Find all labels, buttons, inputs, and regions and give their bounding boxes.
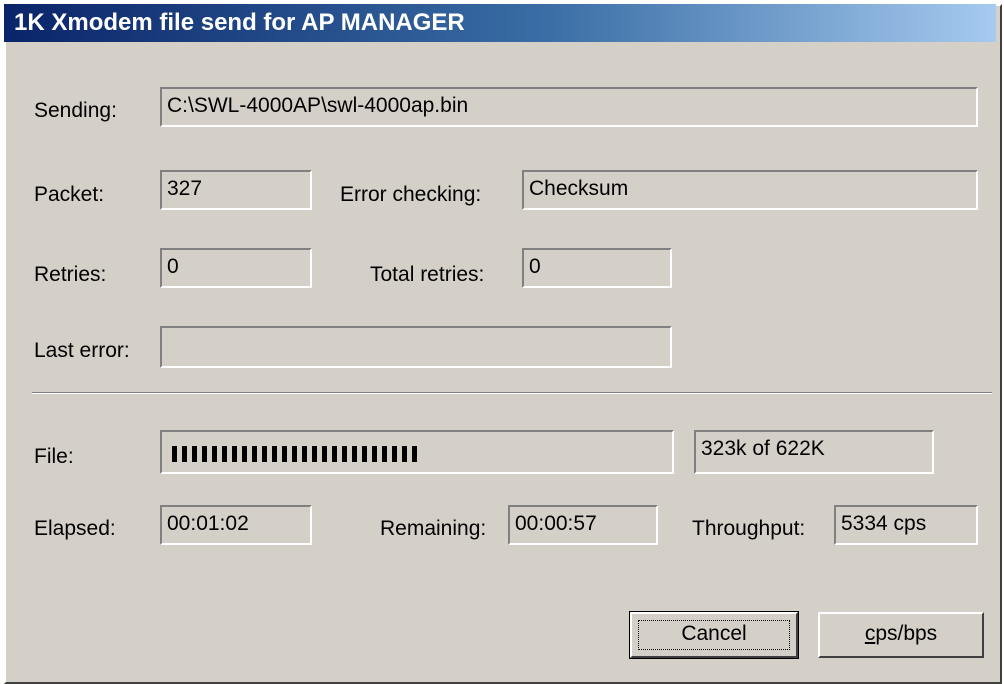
progress-block xyxy=(242,446,247,462)
progress-block xyxy=(202,446,207,462)
progress-block xyxy=(172,446,177,462)
window-title: 1K Xmodem file send for AP MANAGER xyxy=(14,9,465,36)
packet-label: Packet: xyxy=(34,183,105,206)
sending-field: C:\SWL-4000AP\swl-4000ap.bin xyxy=(160,87,978,127)
progress-block xyxy=(232,446,237,462)
file-progress-fill xyxy=(172,446,422,462)
throughput-label: Throughput: xyxy=(692,517,806,540)
progress-block xyxy=(302,446,307,462)
file-progress-bar xyxy=(160,430,674,474)
last-error-label: Last error: xyxy=(34,339,130,362)
progress-block xyxy=(262,446,267,462)
progress-block xyxy=(312,446,317,462)
progress-block xyxy=(252,446,257,462)
progress-block xyxy=(392,446,397,462)
progress-block xyxy=(282,446,287,462)
progress-block xyxy=(362,446,367,462)
total-retries-label: Total retries: xyxy=(370,263,485,286)
file-progress-text: 323k of 622K xyxy=(694,430,934,474)
progress-block xyxy=(272,446,277,462)
file-label: File: xyxy=(34,445,74,468)
last-error-field xyxy=(160,326,672,368)
elapsed-field: 00:01:02 xyxy=(160,505,312,545)
progress-block xyxy=(402,446,407,462)
cps-bps-button-label: cps/bps xyxy=(865,622,937,645)
progress-block xyxy=(382,446,387,462)
progress-block xyxy=(332,446,337,462)
progress-block xyxy=(222,446,227,462)
progress-block xyxy=(342,446,347,462)
cps-bps-accelerator: c xyxy=(864,622,876,645)
separator xyxy=(32,392,992,394)
total-retries-field: 0 xyxy=(522,248,672,288)
sending-label: Sending: xyxy=(34,99,117,122)
remaining-field: 00:00:57 xyxy=(508,505,658,545)
focus-rectangle xyxy=(638,620,790,650)
throughput-field: 5334 cps xyxy=(834,505,978,545)
remaining-label: Remaining: xyxy=(380,517,487,540)
error-checking-label: Error checking: xyxy=(340,183,482,206)
cps-bps-button[interactable]: cps/bps xyxy=(818,612,984,658)
progress-block xyxy=(412,446,417,462)
progress-block xyxy=(212,446,217,462)
packet-field: 327 xyxy=(160,170,312,210)
progress-block xyxy=(322,446,327,462)
title-bar[interactable]: 1K Xmodem file send for AP MANAGER xyxy=(4,4,996,42)
progress-block xyxy=(352,446,357,462)
error-checking-field: Checksum xyxy=(522,170,978,210)
progress-block xyxy=(292,446,297,462)
cancel-button[interactable]: Cancel xyxy=(629,611,799,659)
cps-bps-label-rest: ps/bps xyxy=(875,622,938,645)
retries-label: Retries: xyxy=(34,263,107,286)
progress-block xyxy=(192,446,197,462)
progress-block xyxy=(372,446,377,462)
elapsed-label: Elapsed: xyxy=(34,517,116,540)
progress-block xyxy=(182,446,187,462)
retries-field: 0 xyxy=(160,248,312,288)
